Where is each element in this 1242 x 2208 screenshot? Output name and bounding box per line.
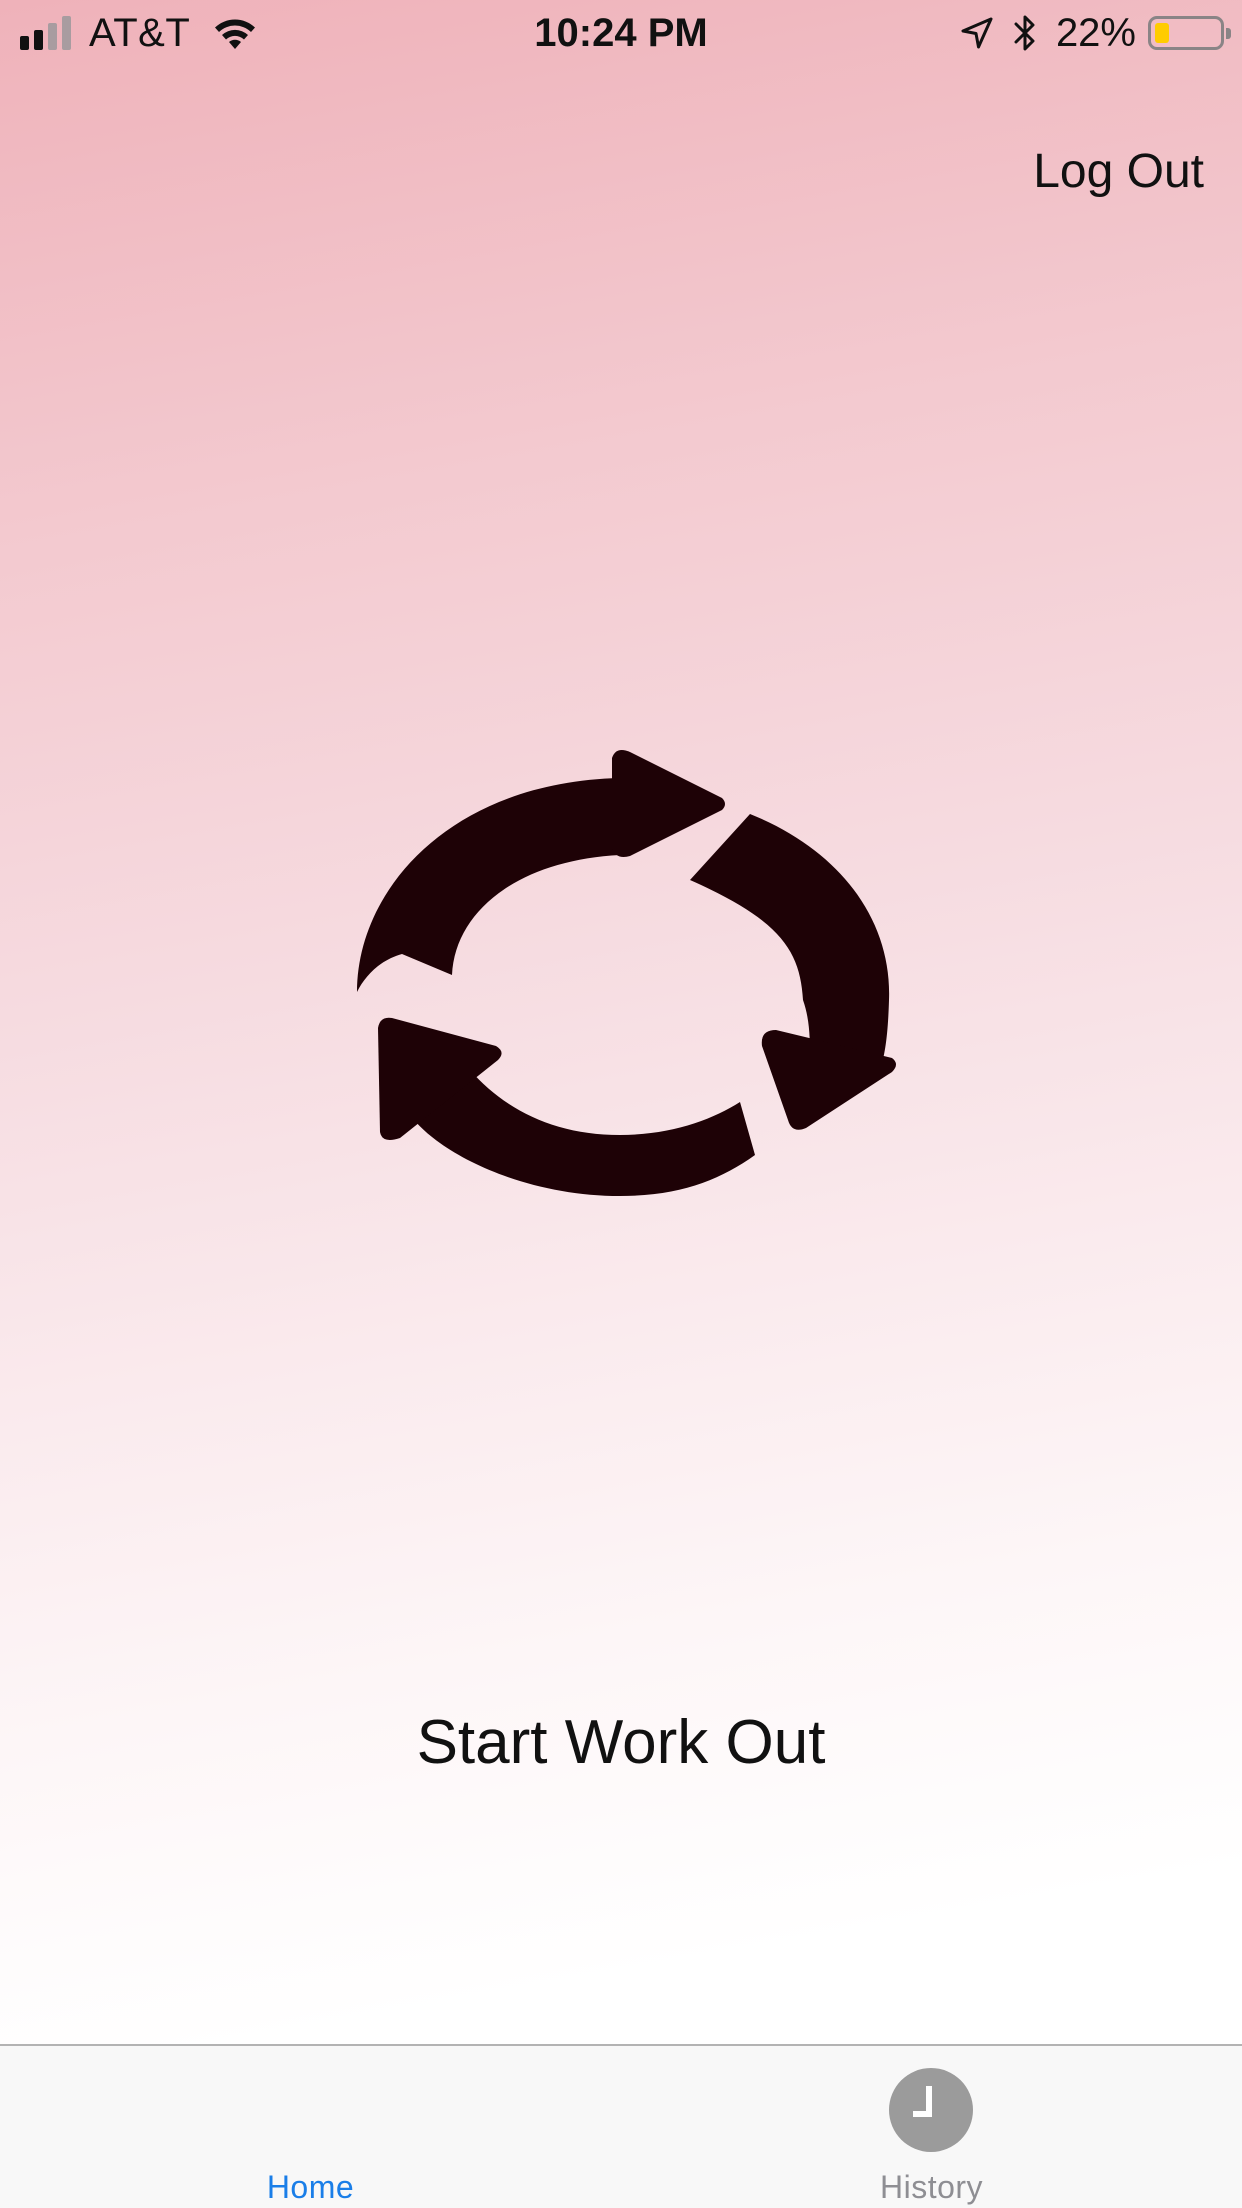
status-right: 22%: [960, 10, 1231, 56]
clock-icon: [889, 2068, 973, 2152]
tab-home[interactable]: Home: [0, 2046, 621, 2208]
location-arrow-icon: [961, 17, 993, 49]
cycle-arrow-right: [690, 814, 890, 1070]
logout-button[interactable]: Log Out: [1033, 144, 1204, 199]
home-screen: AT&T 10:24 PM 22% Log Out Start Work Out…: [0, 0, 1242, 2208]
battery-icon: [1148, 16, 1231, 50]
cycle-arrow-bottom: [410, 1070, 755, 1196]
cycle-arrow-top: [357, 778, 620, 992]
tab-home-label: Home: [266, 2169, 355, 2205]
battery-fill: [1155, 23, 1169, 43]
tab-history[interactable]: History: [621, 2046, 1242, 2208]
start-workout-button[interactable]: Start Work Out: [0, 1706, 1242, 1779]
bluetooth-icon: [1014, 15, 1035, 51]
tab-history-label: History: [879, 2169, 984, 2205]
cycle-arrowhead-top: [612, 750, 725, 857]
status-bar: AT&T 10:24 PM 22%: [0, 0, 1242, 66]
battery-percent: 22%: [1055, 10, 1136, 55]
tab-bar: Home History: [0, 2044, 1242, 2208]
battery-cap: [1226, 28, 1231, 39]
cycle-arrows-icon: [357, 750, 896, 1196]
